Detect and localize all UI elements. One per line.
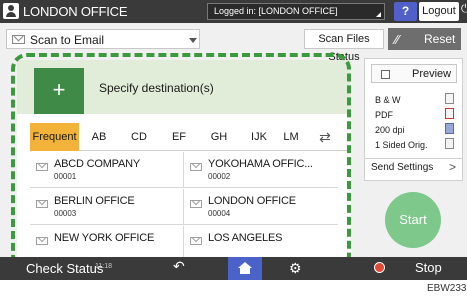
help-button[interactable]: ? <box>394 2 417 21</box>
chevron-right-icon[interactable]: > <box>449 160 456 174</box>
stop-label: Stop <box>415 260 442 275</box>
add-destination-button[interactable]: + <box>34 68 84 114</box>
address-entry[interactable]: LONDON OFFICE 00004 <box>184 189 338 225</box>
reset-icon: ∕∕ <box>395 32 400 47</box>
start-button[interactable]: Start <box>385 192 441 248</box>
tab-cd[interactable]: CD <box>119 123 159 151</box>
corner-icon <box>376 12 381 17</box>
preview-label: Preview <box>412 68 452 80</box>
destination-panel: + Specify destination(s) Frequent AB CD … <box>17 60 351 276</box>
entry-name: ABCD COMPANY <box>54 158 141 170</box>
email-icon <box>36 163 48 171</box>
resolution-icon <box>445 123 454 134</box>
home-icon <box>238 262 252 274</box>
login-status-text: Logged in: [LONDON OFFICE] <box>214 6 338 16</box>
check-status-button[interactable]: Check Status <box>26 261 103 276</box>
entry-name: LONDON OFFICE <box>208 195 296 207</box>
entry-name: LOS ANGELES <box>208 232 283 244</box>
gear-icon[interactable]: ⚙ <box>289 260 302 277</box>
email-icon <box>190 237 202 245</box>
stop-icon <box>374 262 385 273</box>
preview-toggle[interactable]: Preview <box>371 64 457 83</box>
bottom-bar: Check Status 11:18 ↶ ⚙ Stop <box>0 257 467 280</box>
email-icon <box>36 200 48 208</box>
address-entry[interactable]: ABCD COMPANY 00001 <box>30 152 184 188</box>
one-sided-icon <box>445 138 454 149</box>
address-entry[interactable]: YOKOHAMA OFFIC... 00002 <box>184 152 338 188</box>
entry-number: 00001 <box>54 172 77 181</box>
scan-settings-panel: Preview B & W PDF 200 dpi 1 Sided Orig. … <box>364 58 463 181</box>
figure-id: EBW233 <box>427 283 467 294</box>
email-icon <box>12 35 25 44</box>
login-status[interactable]: Logged in: [LONDON OFFICE] <box>207 3 385 20</box>
scan-mode-select[interactable]: Scan to Email <box>6 29 200 49</box>
email-icon <box>36 237 48 245</box>
preview-checkbox[interactable] <box>381 70 390 79</box>
back-icon[interactable]: ↶ <box>173 258 185 275</box>
entry-name: YOKOHAMA OFFIC... <box>208 158 313 170</box>
home-button[interactable] <box>228 257 262 280</box>
scan-files-status-button[interactable]: Scan Files Status <box>304 29 384 63</box>
clock: 11:18 <box>95 263 112 270</box>
tab-ijk[interactable]: IJK <box>239 123 279 151</box>
stop-button[interactable]: Stop <box>363 257 467 280</box>
entry-number: 00002 <box>208 172 231 181</box>
entry-number: 00004 <box>208 209 231 218</box>
entry-name: BERLIN OFFICE <box>54 195 135 207</box>
email-icon <box>190 200 202 208</box>
tab-frequent[interactable]: Frequent <box>30 123 79 151</box>
reset-label: Reset <box>424 32 456 46</box>
sides-setting: 1 Sided Orig. <box>375 140 428 150</box>
user-icon <box>3 3 19 19</box>
color-setting: B & W <box>375 95 401 105</box>
logout-button[interactable]: Logout <box>419 2 459 21</box>
address-tabs: Frequent AB CD EF GH IJK LM ⇄ <box>30 123 351 151</box>
power-icon[interactable]: ⏻ <box>461 3 467 19</box>
pdf-icon <box>445 108 454 119</box>
tab-ab[interactable]: AB <box>79 123 119 151</box>
divider <box>365 158 462 159</box>
tab-scroll-icon[interactable]: ⇄ <box>310 125 340 149</box>
reset-button[interactable]: ∕∕ Reset <box>388 28 461 50</box>
destination-header: + Specify destination(s) <box>17 60 351 114</box>
office-title: LONDON OFFICE <box>23 4 128 19</box>
bw-icon <box>445 93 454 104</box>
entry-name: NEW YORK OFFICE <box>54 232 155 244</box>
address-entry[interactable]: BERLIN OFFICE 00003 <box>30 189 184 225</box>
resolution-setting: 200 dpi <box>375 125 405 135</box>
tab-ef[interactable]: EF <box>159 123 199 151</box>
chevron-down-icon <box>189 38 197 43</box>
send-settings-button[interactable]: Send Settings <box>371 162 433 173</box>
file-type-setting: PDF <box>375 110 393 120</box>
scan-mode-label: Scan to Email <box>30 33 105 47</box>
device-screen: LONDON OFFICE Logged in: [LONDON OFFICE]… <box>0 0 467 280</box>
tab-lm[interactable]: LM <box>279 123 303 151</box>
top-bar: LONDON OFFICE Logged in: [LONDON OFFICE]… <box>0 0 467 23</box>
entry-number: 00003 <box>54 209 77 218</box>
tab-gh[interactable]: GH <box>199 123 239 151</box>
specify-destination-label: Specify destination(s) <box>99 81 214 95</box>
email-icon <box>190 163 202 171</box>
